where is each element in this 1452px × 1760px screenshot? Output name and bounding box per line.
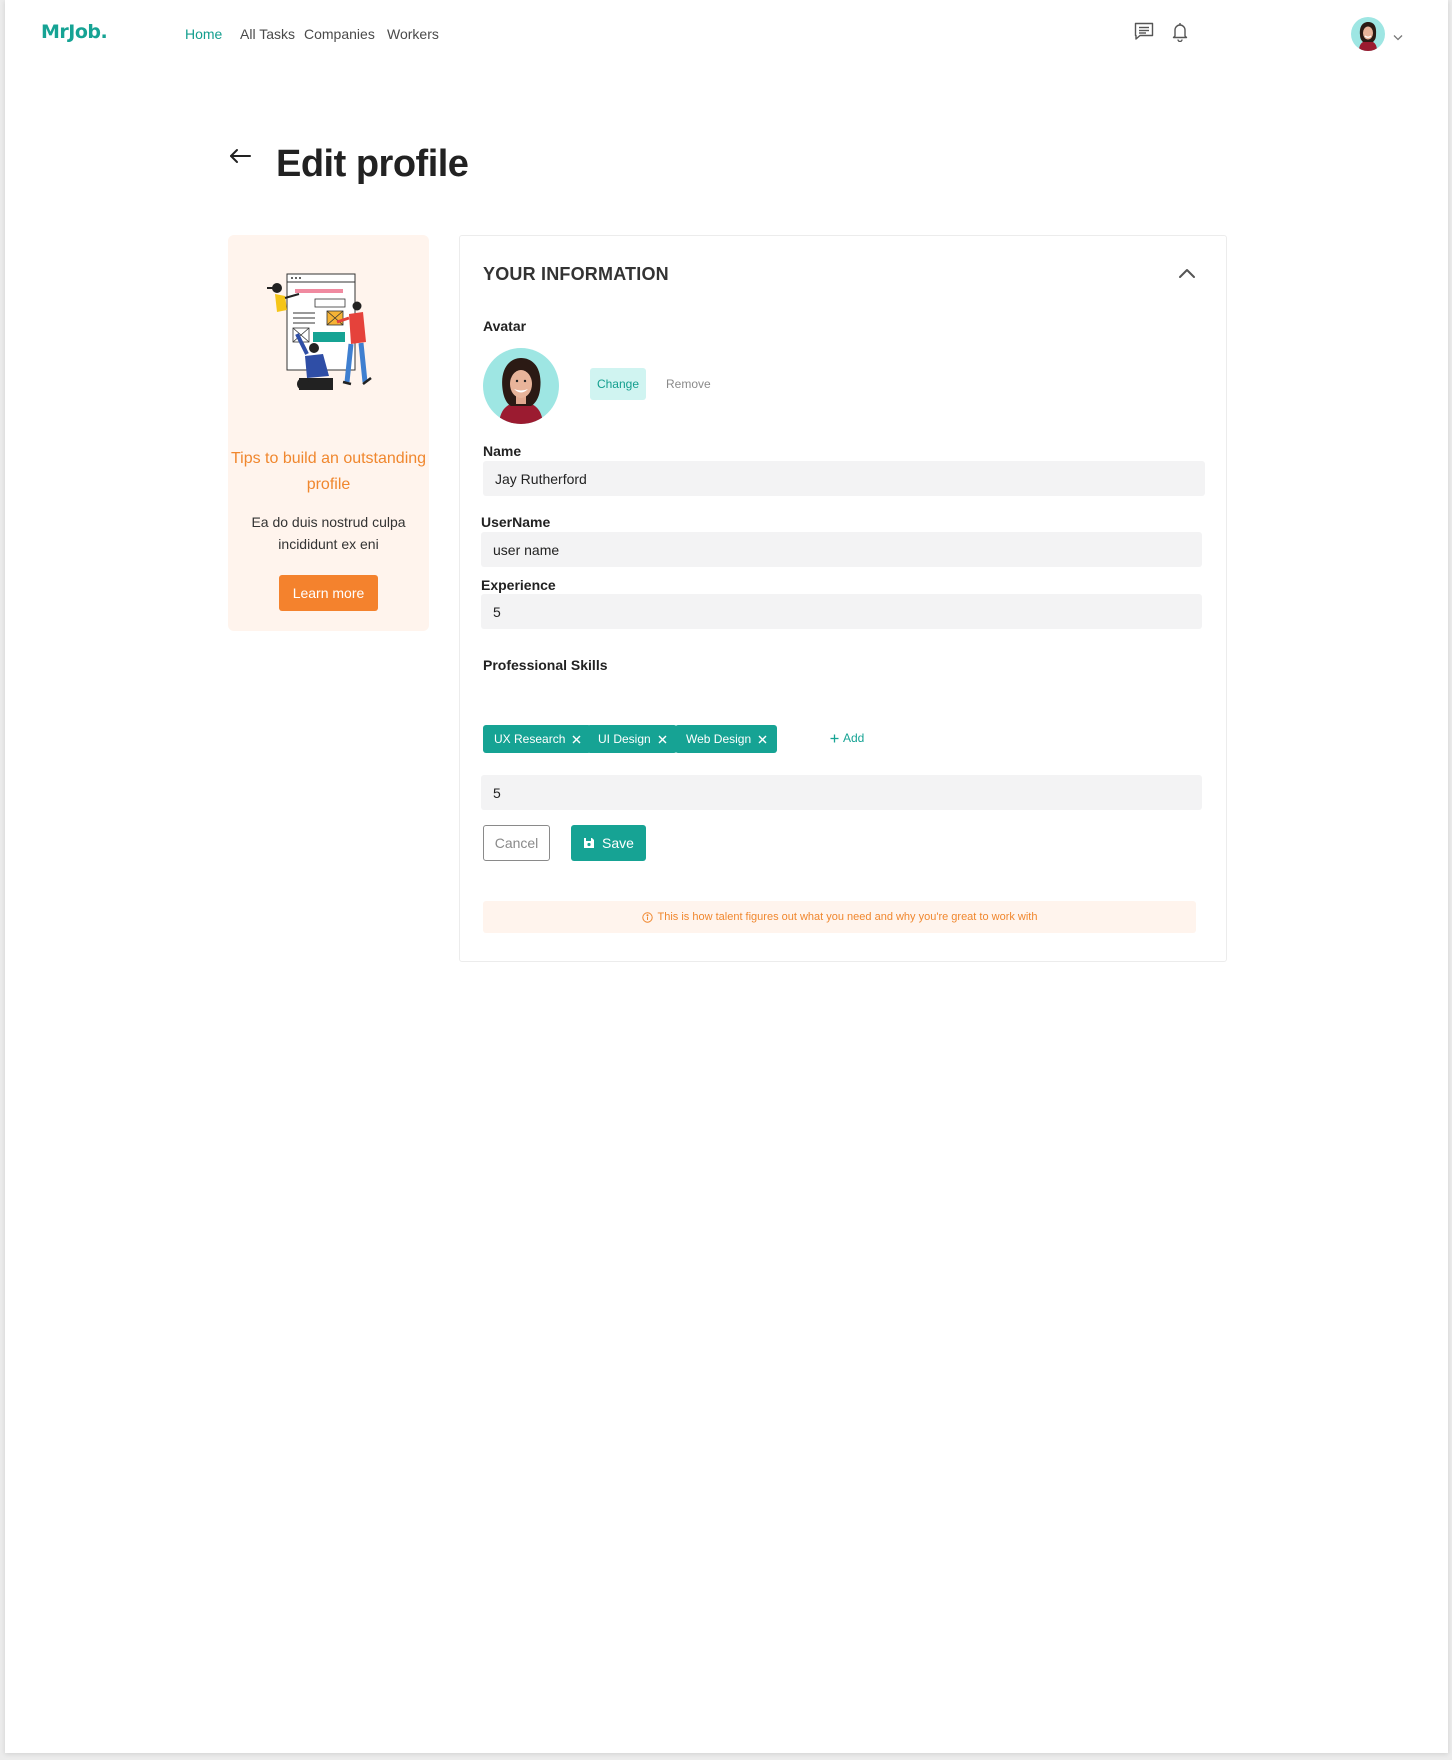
close-icon[interactable]	[572, 735, 581, 744]
section-title: YOUR INFORMATION	[483, 264, 669, 284]
brand-logo[interactable]: MrJob.	[41, 21, 108, 43]
skill-chip: UI Design	[587, 725, 677, 753]
add-skill-button[interactable]: Add	[830, 731, 864, 745]
skill-chip: Web Design	[675, 725, 778, 753]
nav-item-workers[interactable]: Workers	[387, 26, 439, 42]
skill-chip: UX Research	[483, 725, 592, 753]
tips-title: Tips to build an outstanding profile	[230, 450, 427, 493]
save-icon	[583, 837, 595, 849]
skill-chip-label: UX Research	[494, 732, 566, 746]
experience-label: Experience	[481, 577, 556, 593]
nav-item-home[interactable]: Home	[185, 26, 222, 42]
name-label: Name	[483, 443, 522, 459]
chevron-down-icon[interactable]	[1393, 28, 1403, 46]
close-icon[interactable]	[758, 735, 767, 744]
save-label: Save	[602, 835, 634, 851]
chat-icon[interactable]	[1134, 22, 1154, 46]
nav-item-all-tasks[interactable]: All Tasks	[240, 26, 295, 42]
tips-description: Ea do duis nostrud culpa incididunt ex e…	[251, 514, 406, 552]
save-button[interactable]: Save	[571, 825, 646, 861]
plus-icon	[830, 734, 839, 743]
tips-card: Tips to build an outstanding profile Ea …	[228, 235, 429, 631]
cancel-button[interactable]: Cancel	[483, 825, 550, 861]
skills-input[interactable]	[481, 775, 1202, 810]
add-skill-label: Add	[843, 731, 865, 745]
name-input[interactable]	[483, 461, 1205, 496]
username-input[interactable]	[481, 532, 1202, 567]
page-title: Edit profile	[276, 143, 469, 185]
info-banner: This is how talent figures out what you …	[483, 901, 1196, 933]
learn-more-button[interactable]: Learn more	[279, 575, 378, 611]
username-label: UserName	[481, 514, 551, 530]
skills-label: Professional Skills	[483, 657, 608, 673]
bell-icon[interactable]	[1172, 22, 1188, 47]
profile-avatar	[483, 348, 559, 424]
info-icon	[641, 911, 653, 923]
remove-avatar-button[interactable]: Remove	[666, 368, 711, 400]
your-information-card: YOUR INFORMATION Avatar Change Remove Na…	[459, 235, 1227, 962]
info-text: This is how talent figures out what you …	[657, 911, 1038, 923]
skill-chip-label: UI Design	[598, 732, 651, 746]
user-avatar[interactable]	[1351, 17, 1385, 51]
avatar-label: Avatar	[483, 318, 527, 334]
skill-chip-label: Web Design	[686, 732, 752, 746]
change-avatar-button[interactable]: Change	[590, 368, 646, 400]
back-arrow-icon[interactable]	[229, 148, 251, 169]
close-icon[interactable]	[658, 735, 667, 744]
chevron-up-icon[interactable]	[1178, 266, 1196, 284]
experience-input[interactable]	[481, 594, 1202, 629]
nav-item-companies[interactable]: Companies	[304, 26, 375, 42]
tips-illustration	[265, 272, 385, 407]
